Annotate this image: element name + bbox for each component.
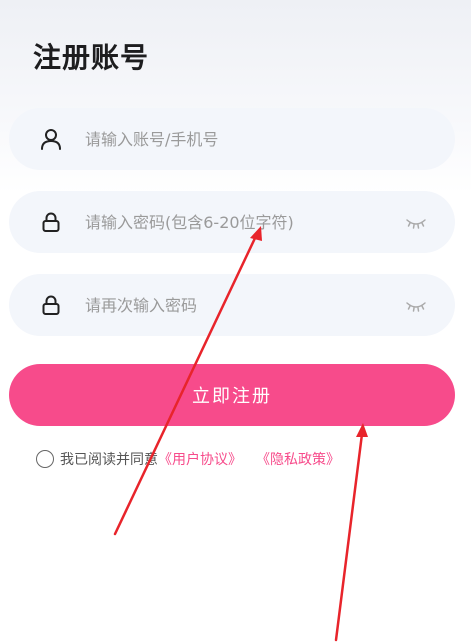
account-field[interactable] [9, 108, 455, 170]
annotation-arrow-register [334, 423, 368, 642]
eye-closed-icon[interactable] [405, 215, 427, 229]
lock-icon [39, 293, 63, 317]
privacy-policy-link[interactable]: 《隐私政策》 [256, 449, 340, 469]
password-field[interactable] [9, 191, 455, 253]
password-input[interactable] [85, 191, 395, 253]
user-agreement-link[interactable]: 《用户协议》 [158, 449, 242, 469]
user-icon [39, 127, 63, 151]
confirm-password-input[interactable] [85, 274, 395, 336]
register-button[interactable]: 立即注册 [9, 364, 455, 426]
agree-radio[interactable] [36, 450, 54, 468]
agreement-row: 我已阅读并同意 《用户协议》 《隐私政策》 [36, 449, 340, 469]
page-title: 注册账号 [33, 41, 150, 74]
eye-closed-icon[interactable] [405, 298, 427, 312]
account-input[interactable] [85, 108, 395, 170]
confirm-password-field[interactable] [9, 274, 455, 336]
agreement-prefix: 我已阅读并同意 [60, 452, 158, 468]
lock-icon [39, 210, 63, 234]
